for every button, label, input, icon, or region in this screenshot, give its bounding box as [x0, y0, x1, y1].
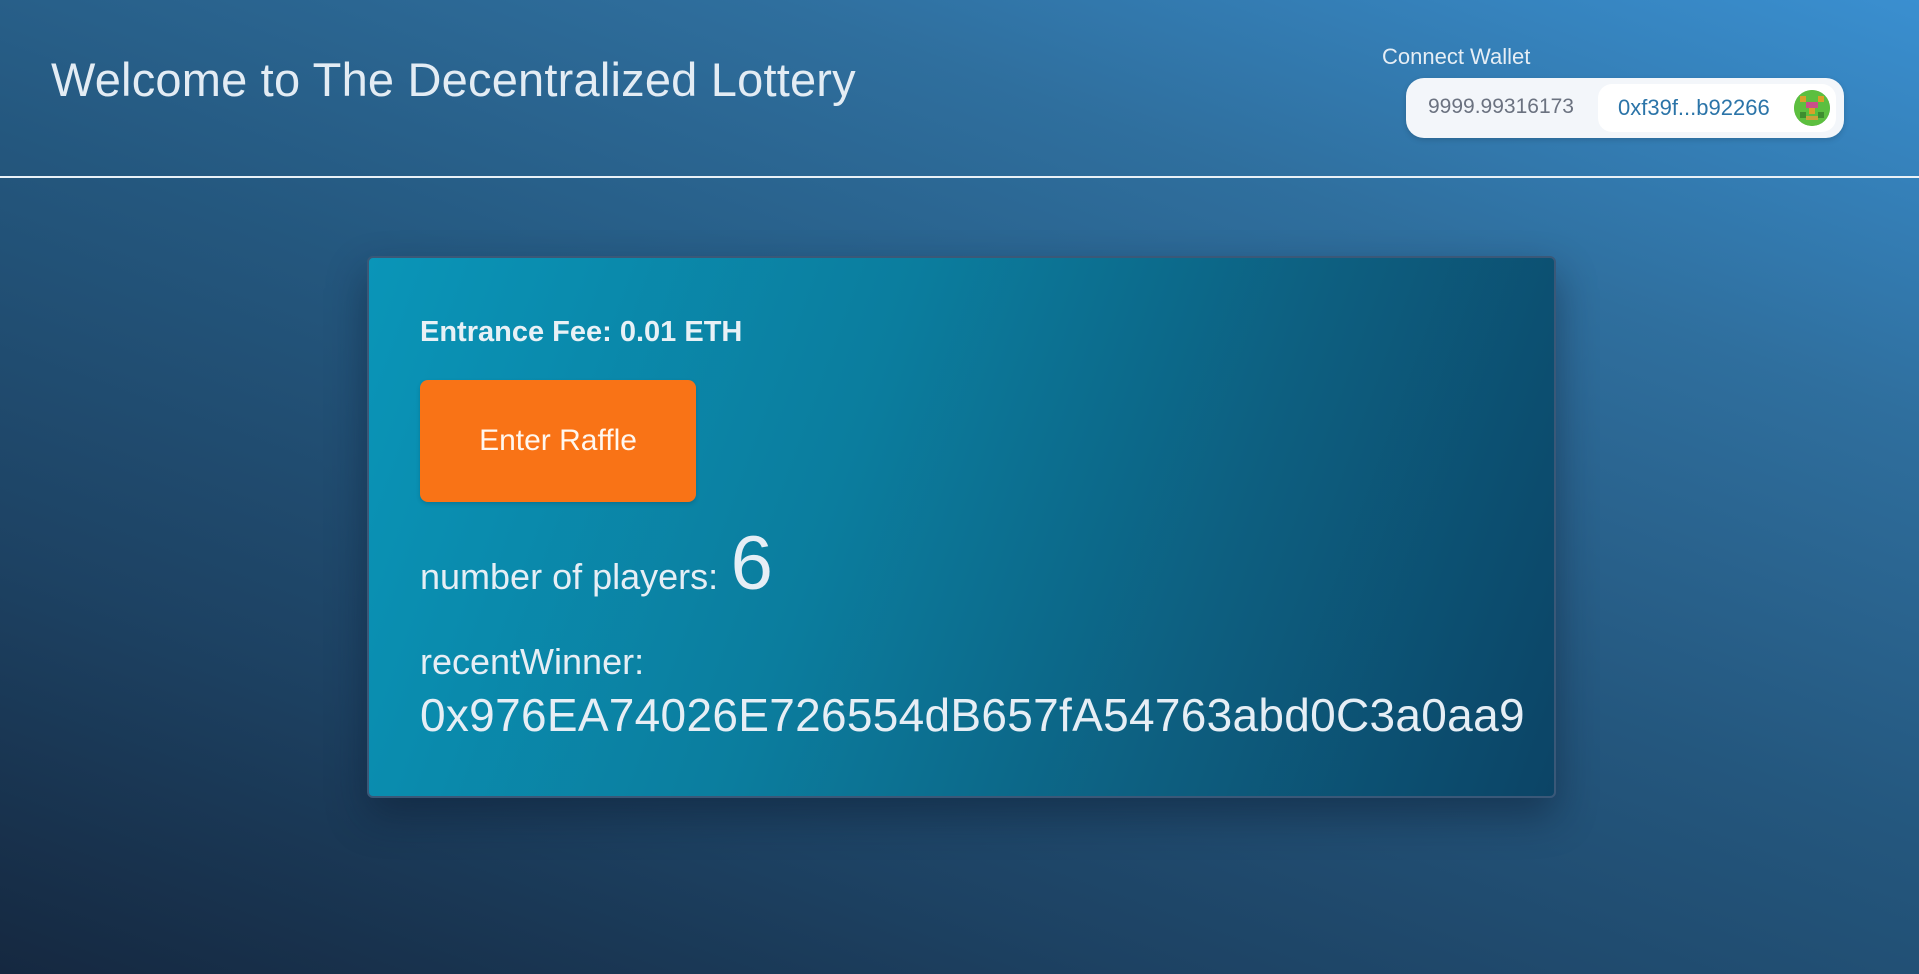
raffle-card: Entrance Fee: 0.01 ETH Enter Raffle numb…	[367, 256, 1556, 798]
players-count-row: number of players: 6	[420, 520, 773, 607]
entrance-fee-value: 0.01 ETH	[619, 316, 743, 348]
players-count: 6	[730, 521, 773, 606]
wallet-address-chip[interactable]: 0xf39f...b92266	[1598, 84, 1836, 132]
enter-raffle-button[interactable]: Enter Raffle	[420, 380, 696, 502]
wallet-balance: 9999.99316173	[1428, 95, 1574, 118]
wallet-address: 0xf39f...b92266	[1618, 95, 1770, 120]
entrance-fee-label: Entrance Fee:	[420, 316, 612, 348]
page-header: Welcome to The Decentralized Lottery Con…	[0, 0, 1919, 178]
entrance-fee: Entrance Fee: 0.01 ETH	[420, 316, 742, 349]
wallet-account-button[interactable]: 9999.99316173 0xf39f...b92266	[1406, 78, 1844, 138]
identicon-pattern-icon	[1794, 90, 1830, 126]
recent-winner-label: recentWinner:	[420, 641, 645, 682]
page-title: Welcome to The Decentralized Lottery	[51, 53, 856, 106]
connect-wallet-label: Connect Wallet	[1382, 44, 1531, 69]
wallet-area: Connect Wallet 9999.99316173 0xf39f...b9…	[1382, 44, 1844, 144]
players-label: number of players:	[420, 556, 719, 597]
recent-winner-address: 0x976EA74026E726554dB657fA54763abd0C3a0a…	[420, 689, 1525, 741]
identicon-avatar-icon	[1794, 90, 1830, 126]
